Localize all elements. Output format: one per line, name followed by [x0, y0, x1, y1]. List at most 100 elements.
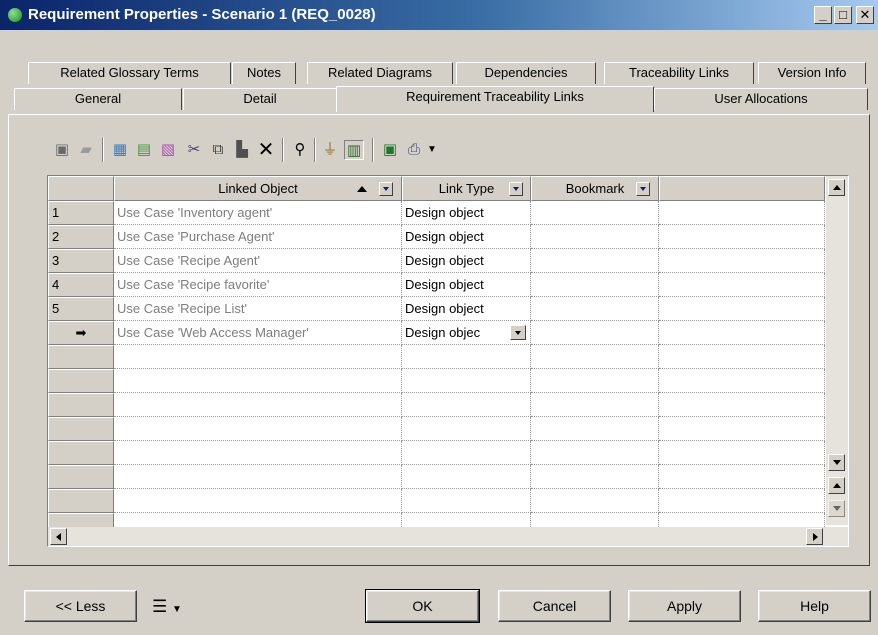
- row-header[interactable]: 2: [48, 225, 114, 249]
- tab-detail[interactable]: Detail: [183, 88, 337, 110]
- cell-link-type[interactable]: Design object: [402, 273, 531, 297]
- row-header[interactable]: [48, 489, 114, 513]
- row-header[interactable]: 4: [48, 273, 114, 297]
- tab-dependencies[interactable]: Dependencies: [456, 62, 596, 84]
- cell-bookmark[interactable]: [531, 489, 659, 513]
- cell-bookmark[interactable]: [531, 297, 659, 321]
- scroll-bottom-button[interactable]: [828, 500, 845, 517]
- properties-icon[interactable]: ▣: [52, 140, 72, 160]
- link-type-dropdown-icon[interactable]: [510, 325, 526, 340]
- cell-link-type[interactable]: Design object: [402, 201, 531, 225]
- cell-bookmark[interactable]: [531, 441, 659, 465]
- cell-bookmark[interactable]: [531, 225, 659, 249]
- cell-link-type[interactable]: [402, 441, 531, 465]
- find-icon[interactable]: ⚲: [290, 140, 310, 160]
- tab-general[interactable]: General: [14, 88, 182, 110]
- horizontal-scrollbar[interactable]: [48, 527, 848, 546]
- cell-linked-object[interactable]: Use Case 'Recipe List': [114, 297, 402, 321]
- cell-linked-object[interactable]: Use Case 'Recipe Agent': [114, 249, 402, 273]
- insert-row-icon[interactable]: ▤: [134, 140, 154, 160]
- scroll-left-button[interactable]: [50, 528, 67, 545]
- cell-linked-object[interactable]: [114, 369, 402, 393]
- cancel-button[interactable]: Cancel: [498, 590, 611, 622]
- cell-link-type[interactable]: [402, 417, 531, 441]
- cell-link-type[interactable]: Design object: [402, 297, 531, 321]
- column-header-link-type[interactable]: Link Type: [402, 176, 531, 201]
- row-header[interactable]: [48, 465, 114, 489]
- ok-button[interactable]: OK: [365, 589, 480, 623]
- scroll-down-button[interactable]: [828, 454, 845, 471]
- excel-icon[interactable]: ▣: [380, 140, 400, 160]
- tab-requirement-traceability-links[interactable]: Requirement Traceability Links: [336, 86, 654, 112]
- row-header[interactable]: 1: [48, 201, 114, 225]
- scroll-top-button[interactable]: [828, 477, 845, 494]
- scroll-up-button[interactable]: [828, 179, 845, 196]
- print-icon[interactable]: ⎙: [404, 140, 424, 160]
- cell-bookmark[interactable]: [531, 369, 659, 393]
- maximize-button[interactable]: □: [834, 6, 852, 24]
- row-header[interactable]: [48, 345, 114, 369]
- dropdown-arrow-icon[interactable]: ▼: [426, 140, 438, 160]
- less-button[interactable]: << Less: [24, 590, 137, 622]
- filter-icon[interactable]: ⏚: [320, 140, 340, 160]
- cell-link-type[interactable]: Design object: [402, 249, 531, 273]
- cell-bookmark[interactable]: [531, 345, 659, 369]
- minimize-button[interactable]: _: [814, 6, 832, 24]
- tab-user-allocations[interactable]: User Allocations: [654, 88, 868, 110]
- add-objects-icon[interactable]: ▧: [158, 140, 178, 160]
- cell-link-type[interactable]: Design objec: [402, 321, 531, 345]
- cell-link-type[interactable]: [402, 465, 531, 489]
- cell-link-type[interactable]: [402, 345, 531, 369]
- column-dropdown-icon[interactable]: [636, 182, 650, 196]
- row-header[interactable]: [48, 417, 114, 441]
- cell-bookmark[interactable]: [531, 417, 659, 441]
- delete-icon[interactable]: ✕: [256, 140, 276, 160]
- help-button[interactable]: Help: [758, 590, 871, 622]
- cell-bookmark[interactable]: [531, 393, 659, 417]
- cell-linked-object[interactable]: Use Case 'Recipe favorite': [114, 273, 402, 297]
- cell-linked-object[interactable]: [114, 441, 402, 465]
- cell-linked-object[interactable]: Use Case 'Inventory agent': [114, 201, 402, 225]
- copy-icon[interactable]: ⧉: [208, 140, 228, 160]
- cell-link-type[interactable]: [402, 489, 531, 513]
- row-header[interactable]: ➡: [48, 321, 114, 345]
- cell-bookmark[interactable]: [531, 273, 659, 297]
- cell-link-type[interactable]: Design object: [402, 225, 531, 249]
- row-header[interactable]: 3: [48, 249, 114, 273]
- cell-bookmark[interactable]: [531, 201, 659, 225]
- column-dropdown-icon[interactable]: [509, 182, 523, 196]
- tab-related-glossary-terms[interactable]: Related Glossary Terms: [28, 62, 231, 84]
- links-grid[interactable]: Linked Object Link Type Bookmark 1 Use Ca…: [47, 175, 849, 547]
- row-header[interactable]: [48, 393, 114, 417]
- cell-linked-object[interactable]: [114, 489, 402, 513]
- cell-bookmark[interactable]: [531, 321, 659, 345]
- tab-related-diagrams[interactable]: Related Diagrams: [307, 62, 453, 84]
- column-dropdown-icon[interactable]: [379, 182, 393, 196]
- apply-button[interactable]: Apply: [628, 590, 741, 622]
- tab-notes[interactable]: Notes: [232, 62, 296, 84]
- row-header[interactable]: 5: [48, 297, 114, 321]
- vertical-scrollbar[interactable]: [826, 176, 848, 525]
- cell-bookmark[interactable]: [531, 465, 659, 489]
- cell-link-type[interactable]: [402, 369, 531, 393]
- layout-menu-icon[interactable]: ☰ ▼: [152, 596, 192, 618]
- cell-linked-object[interactable]: Use Case 'Purchase Agent': [114, 225, 402, 249]
- paste-icon[interactable]: ▙: [232, 140, 252, 160]
- column-header-bookmark[interactable]: Bookmark: [531, 176, 659, 201]
- cell-linked-object[interactable]: [114, 393, 402, 417]
- row-header[interactable]: [48, 441, 114, 465]
- customize-columns-icon[interactable]: ▥: [344, 140, 364, 160]
- scroll-right-button[interactable]: [806, 528, 823, 545]
- open-folder-icon[interactable]: ▰: [76, 140, 96, 160]
- add-rows-icon[interactable]: ▦: [110, 140, 130, 160]
- tab-version-info[interactable]: Version Info: [758, 62, 866, 84]
- cell-bookmark[interactable]: [531, 249, 659, 273]
- column-header-linked-object[interactable]: Linked Object: [114, 176, 402, 201]
- cell-linked-object[interactable]: [114, 465, 402, 489]
- close-button[interactable]: ✕: [856, 6, 874, 24]
- cell-linked-object[interactable]: [114, 417, 402, 441]
- tab-traceability-links[interactable]: Traceability Links: [604, 62, 754, 84]
- title-bar[interactable]: Requirement Properties - Scenario 1 (REQ…: [0, 0, 878, 30]
- cell-link-type[interactable]: [402, 393, 531, 417]
- cut-icon[interactable]: ✂: [184, 140, 204, 160]
